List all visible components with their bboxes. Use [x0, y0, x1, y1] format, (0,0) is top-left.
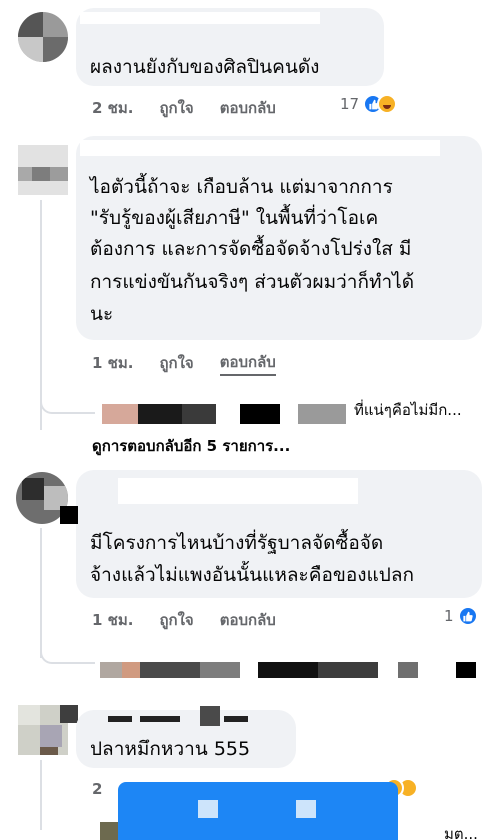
- like-icon: [457, 606, 478, 626]
- redacted-reply: [258, 662, 318, 678]
- comment-timestamp[interactable]: 1 ชม.: [92, 351, 133, 375]
- comment-actions: 2: [92, 780, 102, 798]
- comment-timestamp[interactable]: 1 ชม.: [92, 608, 133, 632]
- redacted-author-name: [60, 506, 78, 524]
- comment-actions: 1 ชม. ถูกใจ ตอบกลับ: [92, 608, 276, 632]
- redacted-reply-avatar: [102, 404, 138, 424]
- comment-text: ผลงานยังกับของศิลปินคนดัง: [90, 56, 320, 78]
- redacted-reply: [100, 662, 122, 678]
- comment-text-line: ต้องการ และการจัดซื้อจัดจ้างโปร่งใส มี: [90, 238, 412, 260]
- redacted-reply: [456, 662, 476, 678]
- like-link[interactable]: ถูกใจ: [159, 351, 193, 375]
- comment-text-line: "รับรู้ของผู้เสียภาษี" ในพื้นที่ว่าโอเค: [90, 207, 379, 229]
- blue-redaction-overlay: [118, 782, 398, 840]
- redacted-author-name: [224, 716, 248, 722]
- thread-branch: [40, 400, 95, 414]
- comment-text-line: จ้างแล้วไม่แพงอันนั้นแหละคือของแปลก: [90, 564, 415, 586]
- thread-line: [40, 200, 42, 430]
- redacted-author-name: [80, 12, 320, 24]
- thread-line: [40, 760, 42, 830]
- redacted-reply: [398, 662, 418, 678]
- comment-text-line: มีโครงการไหนบ้างที่รัฐบาลจัดซื้อจัด: [90, 532, 384, 554]
- reaction-summary[interactable]: 1: [444, 606, 478, 626]
- comment-text-line: การแข่งขันกันจริงๆ ส่วนตัวผมว่าก็ทำได้: [90, 271, 415, 293]
- comment-actions: 2 ชม. ถูกใจ ตอบกลับ: [92, 96, 276, 120]
- redacted-reply-name: [298, 404, 346, 424]
- comment-text-line: ไอตัวนี้ถ้าจะ เกือบล้าน แต่มาจากการ: [90, 176, 393, 198]
- like-link[interactable]: ถูกใจ: [159, 96, 193, 120]
- reply-preview-text[interactable]: ที่แน่ๆคือไม่มีก...: [354, 398, 462, 422]
- redacted-reply-name: [182, 404, 216, 424]
- redacted-author-name: [108, 716, 132, 722]
- reaction-count: 17: [340, 95, 360, 113]
- comment-text-line: นะ: [90, 303, 114, 325]
- redacted-reply-name: [138, 404, 182, 424]
- redacted-reply-name: [240, 404, 280, 424]
- comment-text: ปลาหมึกหวาน 555: [90, 738, 251, 760]
- reply-link[interactable]: ตอบกลับ: [220, 608, 276, 632]
- reply-link[interactable]: ตอบกลับ: [220, 96, 276, 120]
- redacted-reply: [200, 662, 240, 678]
- comment-timestamp[interactable]: 2 ชม.: [92, 96, 133, 120]
- redacted-reply: [122, 662, 140, 678]
- redacted-author-name: [60, 705, 78, 723]
- thread-branch: [40, 650, 95, 664]
- comment-timestamp[interactable]: 2: [92, 780, 102, 798]
- avatar[interactable]: [18, 145, 68, 195]
- haha-icon: [377, 94, 398, 114]
- redacted-reply: [318, 662, 378, 678]
- view-more-replies-link[interactable]: ดูการตอบกลับอีก 5 รายการ...: [92, 434, 290, 458]
- like-link[interactable]: ถูกใจ: [159, 608, 193, 632]
- redacted-author-name: [140, 716, 180, 722]
- redacted-reply: [140, 662, 200, 678]
- thread-line: [40, 528, 42, 658]
- redacted-author-name: [80, 140, 440, 156]
- reply-link[interactable]: ตอบกลับ: [219, 350, 276, 376]
- reply-preview-text[interactable]: มต...: [444, 822, 478, 840]
- redacted-author-name: [118, 478, 358, 504]
- comment-actions: 1 ชม. ถูกใจ ตอบกลับ: [92, 350, 276, 376]
- redacted-author-name: [200, 706, 220, 726]
- reaction-summary[interactable]: 17: [340, 94, 398, 114]
- reaction-count: 1: [444, 607, 454, 625]
- avatar[interactable]: [18, 12, 68, 62]
